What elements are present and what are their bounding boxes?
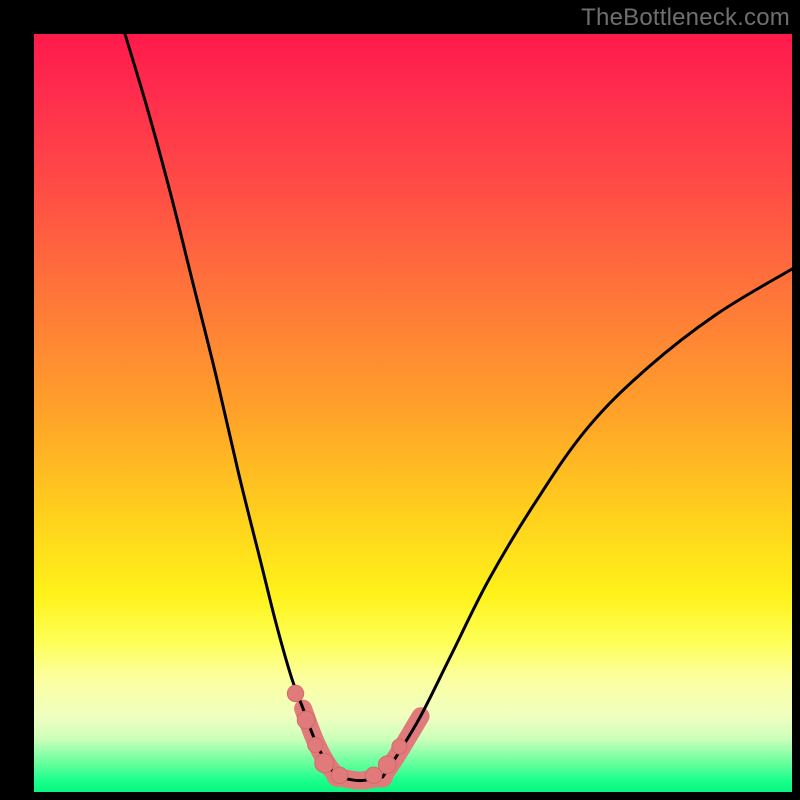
curve-marker [308, 737, 323, 752]
curve-overlay [34, 34, 792, 792]
curve-marker [331, 767, 347, 783]
curve-marker [315, 754, 334, 773]
curve-marker [287, 685, 303, 701]
curve-marker [378, 756, 396, 774]
bottleneck-curve-right [383, 269, 792, 777]
plot-area [34, 34, 792, 792]
curve-marker [392, 739, 407, 754]
curve-marker [297, 711, 315, 729]
bottleneck-curve-left [125, 34, 337, 777]
chart-frame: TheBottleneck.com [0, 0, 800, 800]
watermark-text: TheBottleneck.com [581, 4, 790, 32]
